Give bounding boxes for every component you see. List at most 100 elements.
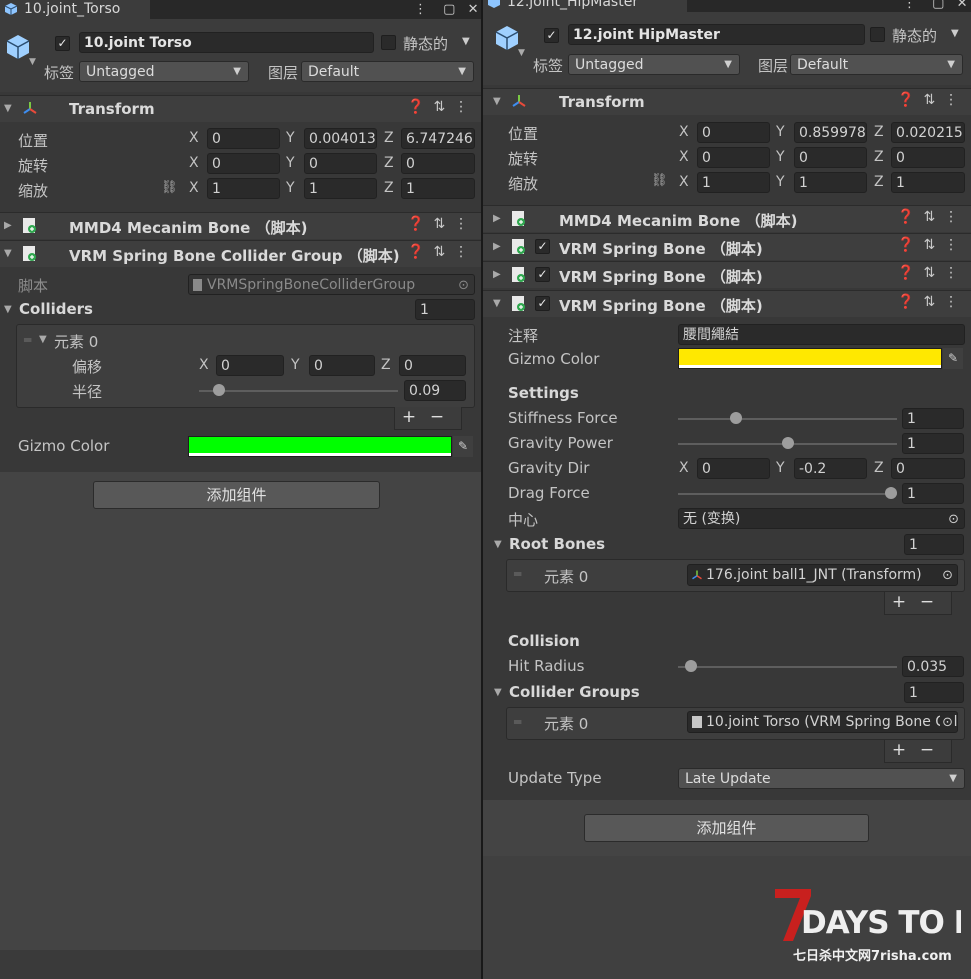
inspector-tab[interactable]: 12.joint_HipMaster [483,0,687,12]
rotation-z-input[interactable]: 0 [891,147,965,168]
scale-y-input[interactable]: 1 [794,172,867,193]
fold-arrow-icon[interactable]: ▶ [493,269,501,280]
rotation-x-input[interactable]: 0 [697,147,770,168]
scale-y-input[interactable]: 1 [304,178,377,199]
position-y-input[interactable]: 0.004013 [304,128,377,149]
collider-group-object-field[interactable]: 10.joint Torso (VRM Spring Bone Collider… [687,711,958,733]
static-dropdown-icon[interactable]: ▼ [462,36,470,47]
help-icon[interactable]: ❓ [897,209,914,225]
center-object-field[interactable]: 无 (变换) ⊙ [678,508,965,529]
active-checkbox[interactable]: ✓ [544,28,559,43]
component-enabled-checkbox[interactable]: ✓ [535,239,550,254]
fold-arrow-icon[interactable]: ▶ [493,213,501,224]
layer-dropdown[interactable]: Default ▼ [301,61,474,82]
colliders-count-input[interactable]: 1 [415,299,475,320]
active-checkbox[interactable]: ✓ [55,36,70,51]
hit-radius-input[interactable]: 0.035 [902,656,964,677]
maximize-icon[interactable]: ▢ [443,2,455,17]
drag-handle-icon[interactable]: ═ [514,715,521,729]
fold-arrow-icon[interactable]: ▼ [4,103,12,114]
fold-arrow-icon[interactable]: ▶ [493,241,501,252]
static-dropdown-icon[interactable]: ▼ [951,28,959,39]
rotation-x-input[interactable]: 0 [207,153,280,174]
help-icon[interactable]: ❓ [407,216,424,232]
gravity-power-input[interactable]: 1 [902,433,964,454]
add-component-button[interactable]: 添加组件 [584,814,869,842]
object-picker-icon[interactable]: ⊙ [940,565,953,585]
gizmo-color-field[interactable] [188,436,452,457]
collider-group-header[interactable]: ▼ VRM Spring Bone Collider Group （脚本) ❓ ⇅… [0,240,481,267]
position-x-input[interactable]: 0 [207,128,280,149]
component-enabled-checkbox[interactable]: ✓ [535,296,550,311]
spring-bone-header-1[interactable]: ▶ ✓ VRM Spring Bone （脚本) ❓ ⇅ ⋮ [483,233,971,260]
help-icon[interactable]: ❓ [407,244,424,260]
object-picker-icon[interactable]: ⊙ [940,712,953,732]
offset-y-input[interactable]: 0 [309,355,375,376]
more-options-icon[interactable]: ⋮ [414,2,427,17]
preset-icon[interactable]: ⇅ [923,265,935,281]
scale-x-input[interactable]: 1 [697,172,770,193]
remove-element-button[interactable]: − [913,740,941,760]
collider-groups-count-input[interactable]: 1 [904,682,964,703]
fold-arrow-icon[interactable]: ▼ [4,304,12,315]
unlink-scale-icon[interactable]: ⛓ [161,180,178,195]
add-element-button[interactable]: + [395,407,423,427]
fold-arrow-icon[interactable]: ▼ [4,248,12,259]
spring-bone-header-3[interactable]: ▼ ✓ VRM Spring Bone （脚本) ❓ ⇅ ⋮ [483,290,971,317]
preset-icon[interactable]: ⇅ [923,237,935,253]
object-name-input[interactable]: 10.joint Torso [79,32,374,53]
radius-slider[interactable] [199,390,398,392]
rotation-z-input[interactable]: 0 [401,153,475,174]
preset-icon[interactable]: ⇅ [433,244,445,260]
fold-arrow-icon[interactable]: ▶ [4,220,12,231]
eyedropper-icon[interactable]: ✎ [943,348,963,369]
drag-handle-icon[interactable]: ═ [24,333,31,347]
gravity-dir-x-input[interactable]: 0 [697,458,770,479]
transform-header[interactable]: ▼ Transform ❓ ⇅ ⋮ [483,88,971,115]
fold-arrow-icon[interactable]: ▼ [494,539,502,550]
transform-header[interactable]: ▼ Transform ❓ ⇅ ⋮ [0,95,481,122]
close-icon[interactable]: ✕ [468,2,479,17]
mmd4-header[interactable]: ▶ MMD4 Mecanim Bone （脚本) ❓ ⇅ ⋮ [0,212,481,239]
static-checkbox[interactable] [381,35,396,50]
tag-dropdown[interactable]: Untagged ▼ [568,54,740,75]
drag-force-input[interactable]: 1 [902,483,964,504]
radius-slider-knob[interactable] [213,384,225,396]
remove-element-button[interactable]: − [423,407,451,427]
drag-handle-icon[interactable]: ═ [514,567,521,581]
preset-icon[interactable]: ⇅ [433,99,445,115]
context-menu-icon[interactable]: ⋮ [454,244,468,260]
context-menu-icon[interactable]: ⋮ [454,216,468,232]
help-icon[interactable]: ❓ [407,99,424,115]
remove-element-button[interactable]: − [913,592,941,612]
spring-bone-header-2[interactable]: ▶ ✓ VRM Spring Bone （脚本) ❓ ⇅ ⋮ [483,261,971,288]
rotation-y-input[interactable]: 0 [794,147,867,168]
help-icon[interactable]: ❓ [897,265,914,281]
gravity-dir-z-input[interactable]: 0 [891,458,965,479]
layer-dropdown[interactable]: Default ▼ [790,54,963,75]
scale-z-input[interactable]: 1 [401,178,475,199]
context-menu-icon[interactable]: ⋮ [944,209,958,225]
scale-z-input[interactable]: 1 [891,172,965,193]
help-icon[interactable]: ❓ [897,92,914,108]
position-x-input[interactable]: 0 [697,122,770,143]
gravity-dir-y-input[interactable]: -0.2 [794,458,867,479]
context-menu-icon[interactable]: ⋮ [944,237,958,253]
gravity-power-slider-knob[interactable] [781,437,794,449]
component-enabled-checkbox[interactable]: ✓ [535,267,550,282]
update-type-dropdown[interactable]: Late Update ▼ [678,768,965,789]
hit-radius-slider-knob[interactable] [685,660,698,672]
position-z-input[interactable]: 0.020215 [891,122,965,143]
context-menu-icon[interactable]: ⋮ [944,265,958,281]
static-checkbox[interactable] [870,27,885,42]
object-name-input[interactable]: 12.joint HipMaster [568,24,865,45]
scale-x-input[interactable]: 1 [207,178,280,199]
fold-arrow-icon[interactable]: ▼ [39,334,47,345]
preset-icon[interactable]: ⇅ [923,209,935,225]
more-options-icon[interactable]: ⋮ [903,0,916,11]
position-z-input[interactable]: 6.747246 [401,128,475,149]
help-icon[interactable]: ❓ [897,237,914,253]
inspector-tab[interactable]: 10.joint_Torso [0,0,150,19]
preset-icon[interactable]: ⇅ [923,294,935,310]
close-icon[interactable]: ✕ [957,0,968,11]
